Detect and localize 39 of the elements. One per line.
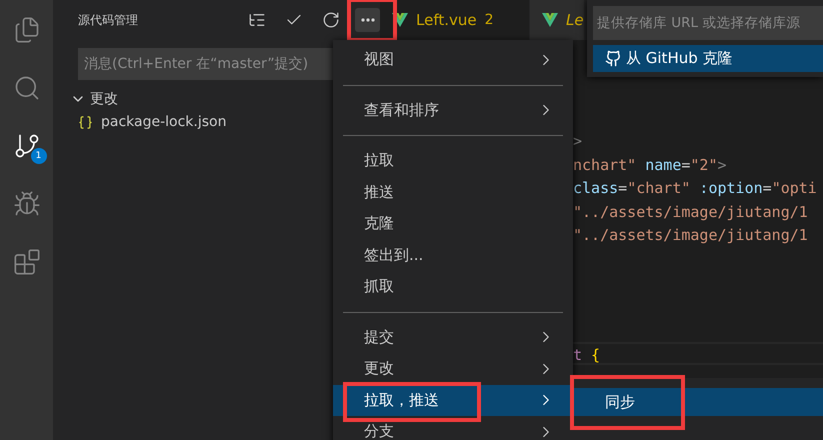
files-icon[interactable]: [12, 16, 40, 44]
menu-item[interactable]: 查看和排序: [333, 94, 573, 126]
menu-item[interactable]: 抓取: [333, 271, 573, 302]
count-badge: 1: [30, 148, 46, 164]
bug-icon[interactable]: [12, 190, 40, 218]
code-line: >: [573, 132, 582, 150]
code-line: "../assets/image/jiutang/1: [573, 226, 808, 244]
search-icon[interactable]: [12, 74, 40, 102]
file-name[interactable]: package-lock.json: [101, 114, 226, 130]
menu-item[interactable]: 同步: [573, 388, 823, 416]
panel-title: 源代码管理: [78, 12, 139, 28]
menu-item[interactable]: 拉取，推送: [333, 384, 573, 416]
editor-tab[interactable]: Left.vue 2: [380, 0, 530, 40]
menu-item[interactable]: 提交: [333, 322, 573, 353]
more-actions-button[interactable]: [355, 8, 380, 32]
more-icon: [360, 18, 374, 22]
code-line: t {: [573, 346, 600, 364]
problem-count: 2: [484, 12, 494, 28]
code-line: nchart" name="2">: [573, 156, 727, 174]
quick-pick-item[interactable]: 从 GitHub 克隆: [593, 45, 823, 72]
blocks-icon[interactable]: [12, 248, 40, 276]
menu-item[interactable]: 推送: [333, 176, 573, 208]
menu-item[interactable]: 签出到...: [333, 240, 573, 271]
braces-icon: [78, 114, 93, 130]
menu-item[interactable]: 更改: [333, 353, 573, 384]
code-line: class="chart" :option="opti: [573, 179, 817, 197]
refresh-icon: [322, 11, 340, 29]
menu-item[interactable]: 分支: [333, 416, 573, 440]
vue-icon: [392, 13, 408, 27]
tree-view-icon: [248, 11, 266, 29]
repository-url-field[interactable]: 提供存储库 URL 或选择存储库源: [593, 6, 823, 40]
menu-item[interactable]: 拉取: [333, 145, 573, 176]
menu-item[interactable]: 克隆: [333, 208, 573, 240]
code-line: "../assets/image/jiutang/1: [573, 202, 808, 220]
github-icon: [605, 50, 622, 67]
section-title[interactable]: 更改: [90, 90, 118, 108]
vue-icon: [542, 13, 558, 27]
branch-icon[interactable]: [12, 132, 40, 160]
editor-tab[interactable]: Le: [530, 0, 585, 40]
